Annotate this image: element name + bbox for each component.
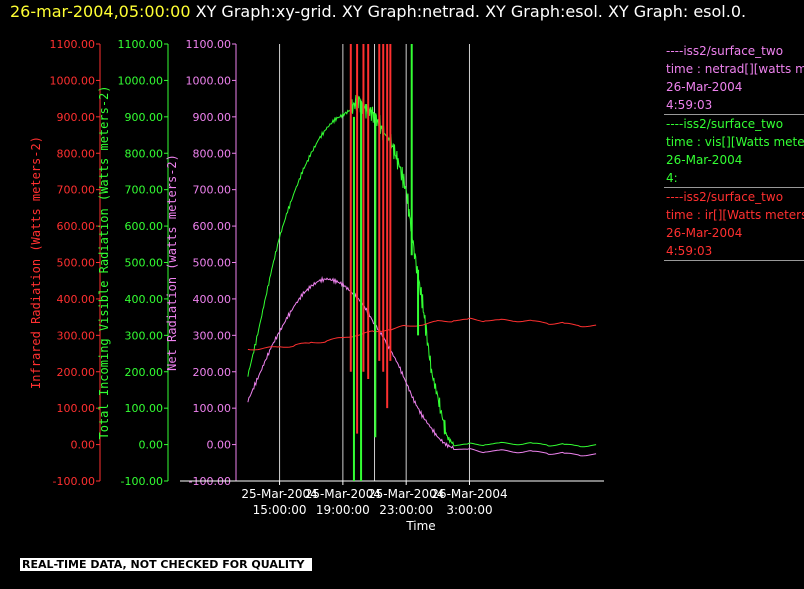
y-tick-label: 600.00 [193,220,232,233]
x-axis-label: Time [405,519,435,533]
x-tick-label: 23:00:00 [379,503,433,517]
y-axis-label: Infrared Radiation (Watts meters-2) [29,136,43,389]
y-tick-label: 100.00 [57,402,96,415]
y-tick-label: 600.00 [57,220,96,233]
legend-source: ----iss2/surface_two [666,117,784,131]
legend-date: 26-Mar-2004 [666,226,743,240]
y-tick-label: 500.00 [193,257,232,270]
y-tick-label: 100.00 [193,402,232,415]
y-tick-label: 500.00 [125,257,164,270]
y-tick-label: 1100.00 [118,38,164,51]
y-tick-label: 0.00 [207,439,232,452]
legend-entry-netrad[interactable]: ----iss2/surface_two time : netrad[][wat… [664,42,804,115]
y-tick-label: 1000.00 [118,74,164,87]
y-tick-label: 800.00 [193,147,232,160]
y-tick-label: 900.00 [125,111,164,124]
y-tick-label: 200.00 [57,366,96,379]
y-tick-label: 300.00 [57,329,96,342]
legend-source: ----iss2/surface_two [666,190,784,204]
y-tick-label: 300.00 [125,329,164,342]
legend-entry-vis[interactable]: ----iss2/surface_two time : vis[][Watts … [664,115,804,188]
y-tick-label: -100.00 [121,475,163,488]
x-tick-label: 3:00:00 [446,503,492,517]
y-tick-label: -100.00 [53,475,95,488]
y-tick-label: 800.00 [125,147,164,160]
y-tick-label: 500.00 [57,257,96,270]
y-tick-label: 200.00 [125,366,164,379]
y-tick-label: 600.00 [125,220,164,233]
legend-time: 4:59:03 [666,244,713,258]
y-tick-label: 400.00 [125,293,164,306]
series-layer [247,44,597,481]
y-tick-label: 700.00 [193,184,232,197]
y-axis-label: Total Incoming Visible Radiation (Watts … [97,85,111,439]
legend-entry-ir[interactable]: ----iss2/surface_two time : ir[][Watts m… [664,188,804,261]
y-tick-label: 900.00 [193,111,232,124]
y-tick-label: 1100.00 [186,38,232,51]
y-tick-label: 700.00 [125,184,164,197]
y-tick-label: 400.00 [193,293,232,306]
y-tick-label: 400.00 [57,293,96,306]
legend-time: 4:59:03 [666,98,713,112]
legend-source: ----iss2/surface_two [666,44,784,58]
legend-date: 26-Mar-2004 [666,80,743,94]
y-tick-label: 700.00 [57,184,96,197]
legend-time: 4: [666,171,678,185]
y-tick-label: 900.00 [57,111,96,124]
legend-date: 26-Mar-2004 [666,153,743,167]
y-tick-label: 0.00 [71,439,96,452]
y-tick-label: 800.00 [57,147,96,160]
y-tick-label: 300.00 [193,329,232,342]
y-axis-label: Net Radiation (watts meters-2) [165,154,179,371]
legend: ----iss2/surface_two time : netrad[][wat… [664,42,804,261]
quality-note: REAL-TIME DATA, NOT CHECKED FOR QUALITY [20,558,312,571]
legend-variable: time : ir[][Watts meters-2] [666,208,804,222]
axes: -100.00 0.00 100.00 200.00 300.00 400.00 500.0… [29,38,604,533]
series-line-ir [247,317,597,351]
y-tick-label: 200.00 [193,366,232,379]
y-tick-label: 1000.00 [186,74,232,87]
legend-variable: time : netrad[][watts meters-2] [666,62,804,76]
x-tick-label: 15:00:00 [253,503,307,517]
series-line-vis [247,94,597,448]
x-tick-label: 26-Mar-2004 [431,487,507,501]
legend-variable: time : vis[][Watts meters-2] [666,135,804,149]
x-tick-label: 19:00:00 [316,503,370,517]
y-tick-label: 100.00 [125,402,164,415]
y-tick-label: 1100.00 [50,38,96,51]
y-tick-label: 0.00 [139,439,164,452]
y-tick-label: 1000.00 [50,74,96,87]
